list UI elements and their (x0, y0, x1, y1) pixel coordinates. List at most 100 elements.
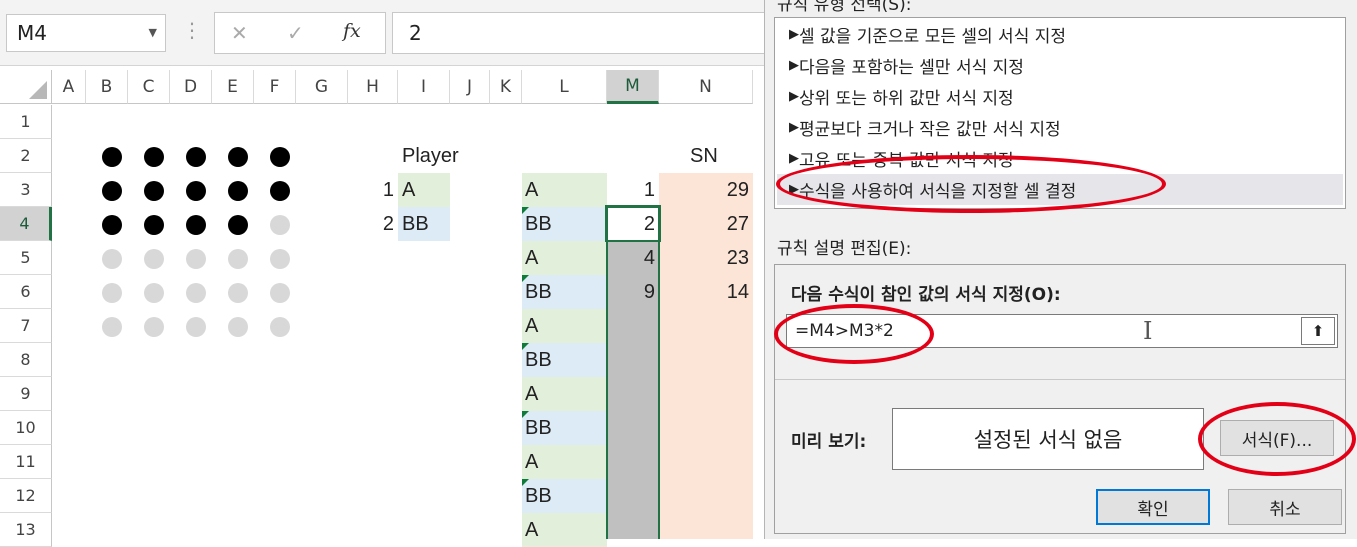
cell-text: A (525, 246, 539, 269)
row-header-4[interactable]: 4 (0, 207, 52, 241)
dot-empty (144, 317, 164, 337)
dot-filled (186, 147, 206, 167)
cell-i3[interactable]: A (402, 173, 415, 207)
cell-text: BB (525, 416, 552, 439)
cell-l6[interactable]: BB (522, 275, 607, 309)
cell-text: BB (525, 484, 552, 507)
dot-empty (270, 215, 290, 235)
dot-empty (228, 249, 248, 269)
chevron-down-icon[interactable]: ▼ (149, 26, 157, 39)
rule-type-item[interactable]: ▶ 상위 또는 하위 값만 서식 지정 (777, 81, 1343, 112)
name-box[interactable]: M4 ▼ (6, 14, 166, 52)
column-header-f[interactable]: F (254, 70, 296, 104)
rule-type-item[interactable]: ▶ 다음을 포함하는 셀만 서식 지정 (777, 50, 1343, 81)
select-all-corner[interactable] (0, 70, 52, 104)
dot-empty (270, 283, 290, 303)
cell-text: A (525, 450, 539, 473)
column-header-d[interactable]: D (170, 70, 212, 104)
player-header: Player (402, 144, 459, 167)
cancel-button[interactable]: 취소 (1228, 489, 1342, 525)
cell-l11[interactable]: A (522, 445, 607, 479)
annotation-ellipse-formula (774, 304, 934, 364)
cell-l12[interactable]: BB (522, 479, 607, 513)
cell-n4[interactable]: 27 (659, 207, 753, 241)
formula-buttons: ✕ ✓ fx (214, 12, 386, 54)
cell-text: A (525, 382, 539, 405)
cell-m3[interactable]: 1 (607, 173, 659, 207)
row-header-9[interactable]: 9 (0, 377, 52, 411)
column-header-b[interactable]: B (86, 70, 128, 104)
row-header-2[interactable]: 2 (0, 139, 52, 173)
column-header-e[interactable]: E (212, 70, 254, 104)
column-header-j[interactable]: J (450, 70, 490, 104)
cell-h3[interactable]: 1 (348, 173, 398, 207)
enter-icon[interactable]: ✓ (287, 21, 304, 45)
row-header-3[interactable]: 3 (0, 173, 52, 207)
cancel-icon[interactable]: ✕ (231, 21, 248, 45)
column-header-c[interactable]: C (128, 70, 170, 104)
cell-n5[interactable]: 23 (659, 241, 753, 275)
cell-text: A (525, 178, 539, 201)
cell-l3[interactable]: A (522, 173, 607, 207)
dot-empty (228, 283, 248, 303)
cell-l10[interactable]: BB (522, 411, 607, 445)
column-header-l[interactable]: L (522, 70, 607, 104)
column-header-k[interactable]: K (490, 70, 522, 104)
column-header-g[interactable]: G (296, 70, 348, 104)
cell-l9[interactable]: A (522, 377, 607, 411)
cell-n3[interactable]: 29 (659, 173, 753, 207)
dot-filled (102, 181, 122, 201)
row-header-8[interactable]: 8 (0, 343, 52, 377)
row-header-12[interactable]: 12 (0, 479, 52, 513)
cell-text: A (525, 314, 539, 337)
column-header-a[interactable]: A (52, 70, 86, 104)
dot-filled (102, 215, 122, 235)
rule-type-item[interactable]: ▶ 평균보다 크거나 작은 값만 서식 지정 (777, 112, 1343, 143)
triangle-right-icon: ▶ (789, 151, 799, 166)
column-header-m[interactable]: M (607, 70, 659, 104)
cell-l13[interactable]: A (522, 513, 607, 547)
cell-text: A (525, 518, 539, 541)
row-header-6[interactable]: 6 (0, 275, 52, 309)
cell-h4[interactable]: 2 (348, 207, 398, 241)
row-header-10[interactable]: 10 (0, 411, 52, 445)
dot-empty (186, 249, 206, 269)
cell-i4[interactable]: BB (402, 207, 429, 241)
cell-text: BB (525, 348, 552, 371)
preview-text: 설정된 서식 없음 (973, 428, 1123, 452)
row-header-13[interactable]: 13 (0, 513, 52, 547)
dot-filled (228, 215, 248, 235)
edit-rule-label: 규칙 설명 편집(E): (777, 239, 912, 259)
select-all-triangle-icon (29, 81, 47, 99)
dot-empty (102, 249, 122, 269)
row-header-7[interactable]: 7 (0, 309, 52, 343)
error-indicator-icon (522, 343, 529, 350)
column-header-i[interactable]: I (398, 70, 450, 104)
column-header-n[interactable]: N (659, 70, 753, 104)
dot-empty (270, 249, 290, 269)
insert-function-icon[interactable]: fx (343, 20, 361, 42)
row-header-11[interactable]: 11 (0, 445, 52, 479)
cell-text: BB (525, 212, 552, 235)
formula-input[interactable]: 2 (392, 12, 772, 54)
ok-button[interactable]: 확인 (1096, 489, 1210, 525)
dot-empty (186, 283, 206, 303)
cell-l4[interactable]: BB (522, 207, 607, 241)
dot-empty (144, 283, 164, 303)
row-header-1[interactable]: 1 (0, 105, 52, 139)
rule-type-label: 다음을 포함하는 셀만 서식 지정 (799, 58, 1024, 78)
cell-l8[interactable]: BB (522, 343, 607, 377)
active-cell-border[interactable] (605, 205, 661, 242)
dot-empty (102, 283, 122, 303)
cell-l7[interactable]: A (522, 309, 607, 343)
rule-type-label: 평균보다 크거나 작은 값만 서식 지정 (799, 120, 1061, 140)
row-header-5[interactable]: 5 (0, 241, 52, 275)
cell-n6[interactable]: 14 (659, 275, 753, 309)
rule-type-item[interactable]: ▶ 셀 값을 기준으로 모든 셀의 서식 지정 (777, 19, 1343, 50)
dot-filled (102, 147, 122, 167)
dot-empty (144, 249, 164, 269)
more-options-icon[interactable]: ⋮ (182, 18, 202, 42)
collapse-dialog-icon[interactable]: ⬆ (1301, 317, 1335, 345)
column-header-h[interactable]: H (348, 70, 398, 104)
cell-l5[interactable]: A (522, 241, 607, 275)
